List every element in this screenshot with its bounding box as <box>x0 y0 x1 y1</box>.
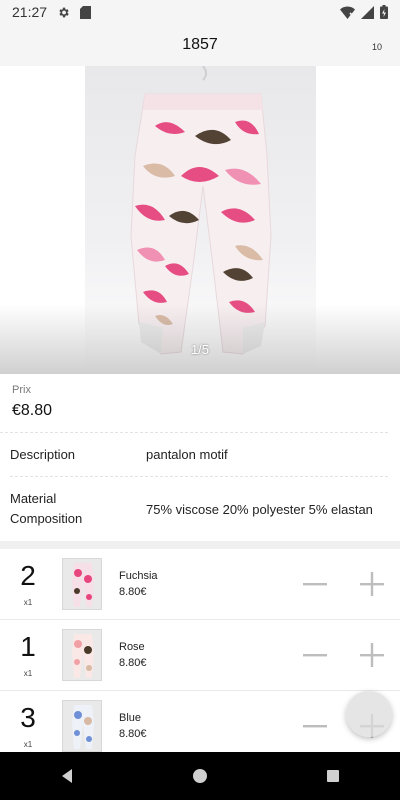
plus-icon <box>360 643 384 667</box>
minus-icon <box>303 583 327 586</box>
minus-icon <box>303 654 327 657</box>
decrease-quantity-button[interactable] <box>301 570 329 598</box>
status-bar: 21:27 <box>0 0 400 24</box>
product-details: Prix €8.80 Description pantalon motif Ma… <box>0 374 400 541</box>
home-circle-icon <box>192 769 207 783</box>
system-navigation-bar <box>0 752 400 800</box>
recents-button[interactable] <box>313 756 353 796</box>
variant-thumbnail[interactable] <box>62 629 102 681</box>
page-title: 1857 <box>182 36 218 53</box>
variant-multiplier: x1 <box>23 598 33 607</box>
variant-name: Rose <box>119 641 145 653</box>
variant-thumbnail[interactable] <box>62 700 102 752</box>
material-value: 75% viscose 20% polyester 5% elastan <box>146 501 373 517</box>
floating-action-button[interactable] <box>346 691 392 737</box>
variant-row-fuchsia: 2 x1 Fuchsia 8.80€ <box>0 549 400 620</box>
variant-price: 8.80€ <box>119 657 147 669</box>
material-label-line1: Material <box>10 491 57 506</box>
sd-card-icon <box>80 5 92 19</box>
signal-icon <box>361 5 374 19</box>
variant-list: 2 x1 Fuchsia 8.80€ 1 x1 Rose 8.80€ 3 x1 … <box>0 549 400 762</box>
battery-charging-icon <box>380 5 388 19</box>
status-time: 21:27 <box>12 4 48 20</box>
description-value: pantalon motif <box>146 447 228 462</box>
material-row: Material Composition 75% viscose 20% pol… <box>10 477 388 541</box>
price-value: €8.80 <box>12 402 53 419</box>
increase-quantity-button[interactable] <box>358 570 386 598</box>
product-image-gallery[interactable]: 1/5 <box>0 66 400 374</box>
minus-icon <box>303 725 327 728</box>
variant-price: 8.80€ <box>119 728 147 740</box>
price-label: Prix <box>12 384 31 396</box>
wifi-off-icon <box>340 6 355 19</box>
variant-thumbnail[interactable] <box>62 558 102 610</box>
variant-multiplier: x1 <box>23 740 33 749</box>
image-page-counter: 1/5 <box>190 342 210 357</box>
decrease-quantity-button[interactable] <box>301 712 329 740</box>
material-label-line2: Composition <box>10 511 83 526</box>
variant-quantity: 1 <box>20 631 36 662</box>
variant-price: 8.80€ <box>119 586 147 598</box>
price-block: Prix €8.80 <box>0 374 388 433</box>
plus-icon <box>360 572 384 596</box>
product-screen: 21:27 1857 10 1/5 Prix €8.80 Description… <box>0 0 400 800</box>
variant-multiplier: x1 <box>23 669 33 678</box>
back-triangle-icon <box>61 769 72 783</box>
back-button[interactable] <box>47 756 87 796</box>
decrease-quantity-button[interactable] <box>301 641 329 669</box>
recents-square-icon <box>327 770 340 782</box>
settings-icon <box>57 6 70 19</box>
variant-quantity: 2 <box>20 560 36 591</box>
app-bar: 1857 10 <box>0 24 400 67</box>
material-label: Material Composition <box>10 489 146 529</box>
description-label: Description <box>10 446 76 462</box>
variant-name: Fuchsia <box>119 570 158 582</box>
description-row: Description pantalon motif <box>10 433 388 477</box>
home-button[interactable] <box>180 756 220 796</box>
increase-quantity-button[interactable] <box>358 641 386 669</box>
section-divider <box>0 541 400 549</box>
item-count-badge[interactable]: 10 <box>372 42 382 52</box>
variant-name: Blue <box>119 712 142 724</box>
variant-quantity: 3 <box>20 702 36 733</box>
variant-row-rose: 1 x1 Rose 8.80€ <box>0 620 400 691</box>
image-bottom-fade <box>0 304 400 374</box>
